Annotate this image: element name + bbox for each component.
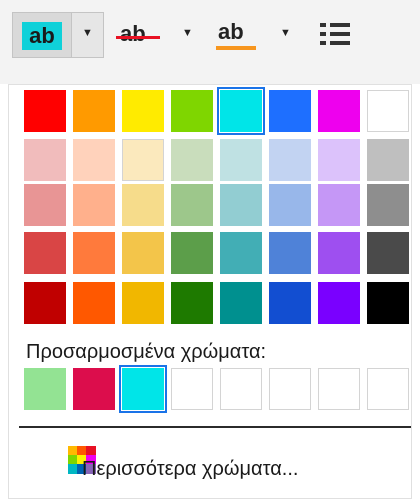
chevron-down-icon: ▼ bbox=[280, 27, 291, 39]
palette-swatch[interactable] bbox=[122, 90, 164, 132]
divider bbox=[19, 426, 411, 428]
palette-swatch[interactable] bbox=[171, 139, 213, 181]
underline-dropdown-button[interactable]: ▼ bbox=[274, 12, 300, 58]
palette-swatch[interactable] bbox=[122, 139, 164, 181]
palette-swatch[interactable] bbox=[318, 90, 360, 132]
custom-color-swatch[interactable] bbox=[119, 365, 167, 413]
palette-swatch[interactable] bbox=[73, 90, 115, 132]
highlight-icon: ab bbox=[22, 22, 62, 50]
underline-button[interactable]: ab bbox=[208, 12, 266, 58]
palette-swatch[interactable] bbox=[171, 232, 213, 274]
palette-swatch[interactable] bbox=[73, 232, 115, 274]
palette-swatch[interactable] bbox=[269, 139, 311, 181]
palette-swatch[interactable] bbox=[318, 232, 360, 274]
palette-swatch[interactable] bbox=[24, 90, 66, 132]
palette-swatch[interactable] bbox=[318, 184, 360, 226]
palette-swatch[interactable] bbox=[269, 282, 311, 324]
toolbar: ab ▼ ab ▼ ab ▼ bbox=[0, 0, 420, 84]
palette-swatch[interactable] bbox=[269, 232, 311, 274]
palette-swatch[interactable] bbox=[217, 87, 265, 135]
palette-swatch[interactable] bbox=[73, 184, 115, 226]
palette-swatch[interactable] bbox=[367, 184, 409, 226]
palette-swatch[interactable] bbox=[220, 184, 262, 226]
palette-swatch[interactable] bbox=[220, 139, 262, 181]
custom-colors-label: Προσαρμοσμένα χρώματα: bbox=[26, 341, 267, 363]
underline-icon: ab bbox=[218, 19, 244, 44]
palette-swatch[interactable] bbox=[171, 282, 213, 324]
empty-custom-swatch[interactable] bbox=[269, 368, 311, 410]
empty-custom-swatch[interactable] bbox=[318, 368, 360, 410]
palette-swatch[interactable] bbox=[367, 282, 409, 324]
palette-swatch[interactable] bbox=[269, 184, 311, 226]
palette-swatch[interactable] bbox=[171, 90, 213, 132]
palette-swatch[interactable] bbox=[318, 282, 360, 324]
palette-swatch[interactable] bbox=[171, 184, 213, 226]
highlight-dropdown-button[interactable]: ▼ bbox=[72, 12, 104, 58]
palette-swatch[interactable] bbox=[24, 282, 66, 324]
color-picker-panel: Προσαρμοσμένα χρώματα: bbox=[8, 84, 412, 499]
underline-line bbox=[216, 46, 256, 50]
chevron-down-icon: ▼ bbox=[82, 27, 93, 39]
palette-swatch[interactable] bbox=[122, 184, 164, 226]
empty-custom-swatch[interactable] bbox=[367, 368, 409, 410]
palette-swatch[interactable] bbox=[122, 282, 164, 324]
palette-swatch[interactable] bbox=[73, 282, 115, 324]
strike-dropdown-button[interactable]: ▼ bbox=[176, 12, 200, 58]
palette-swatch[interactable] bbox=[122, 232, 164, 274]
chevron-down-icon: ▼ bbox=[182, 27, 193, 39]
palette-swatch[interactable] bbox=[269, 90, 311, 132]
more-colors-label: Περισσότερα χρώματα... bbox=[82, 458, 299, 480]
custom-color-swatch[interactable] bbox=[24, 368, 66, 410]
highlight-color-button[interactable]: ab bbox=[12, 12, 72, 58]
strike-line bbox=[116, 36, 160, 39]
palette-swatch[interactable] bbox=[220, 282, 262, 324]
palette-swatch[interactable] bbox=[73, 139, 115, 181]
palette-swatch[interactable] bbox=[318, 139, 360, 181]
empty-custom-swatch[interactable] bbox=[220, 368, 262, 410]
strikethrough-icon: ab bbox=[120, 21, 146, 46]
palette-swatch[interactable] bbox=[367, 232, 409, 274]
strikethrough-button[interactable]: ab bbox=[110, 12, 170, 58]
palette-swatch[interactable] bbox=[24, 232, 66, 274]
list-icon[interactable] bbox=[320, 21, 350, 47]
palette-swatch[interactable] bbox=[220, 232, 262, 274]
custom-color-swatch[interactable] bbox=[73, 368, 115, 410]
palette-swatch[interactable] bbox=[24, 139, 66, 181]
palette-swatch[interactable] bbox=[24, 184, 66, 226]
empty-custom-swatch[interactable] bbox=[171, 368, 213, 410]
palette-swatch[interactable] bbox=[367, 90, 409, 132]
palette-swatch[interactable] bbox=[367, 139, 409, 181]
